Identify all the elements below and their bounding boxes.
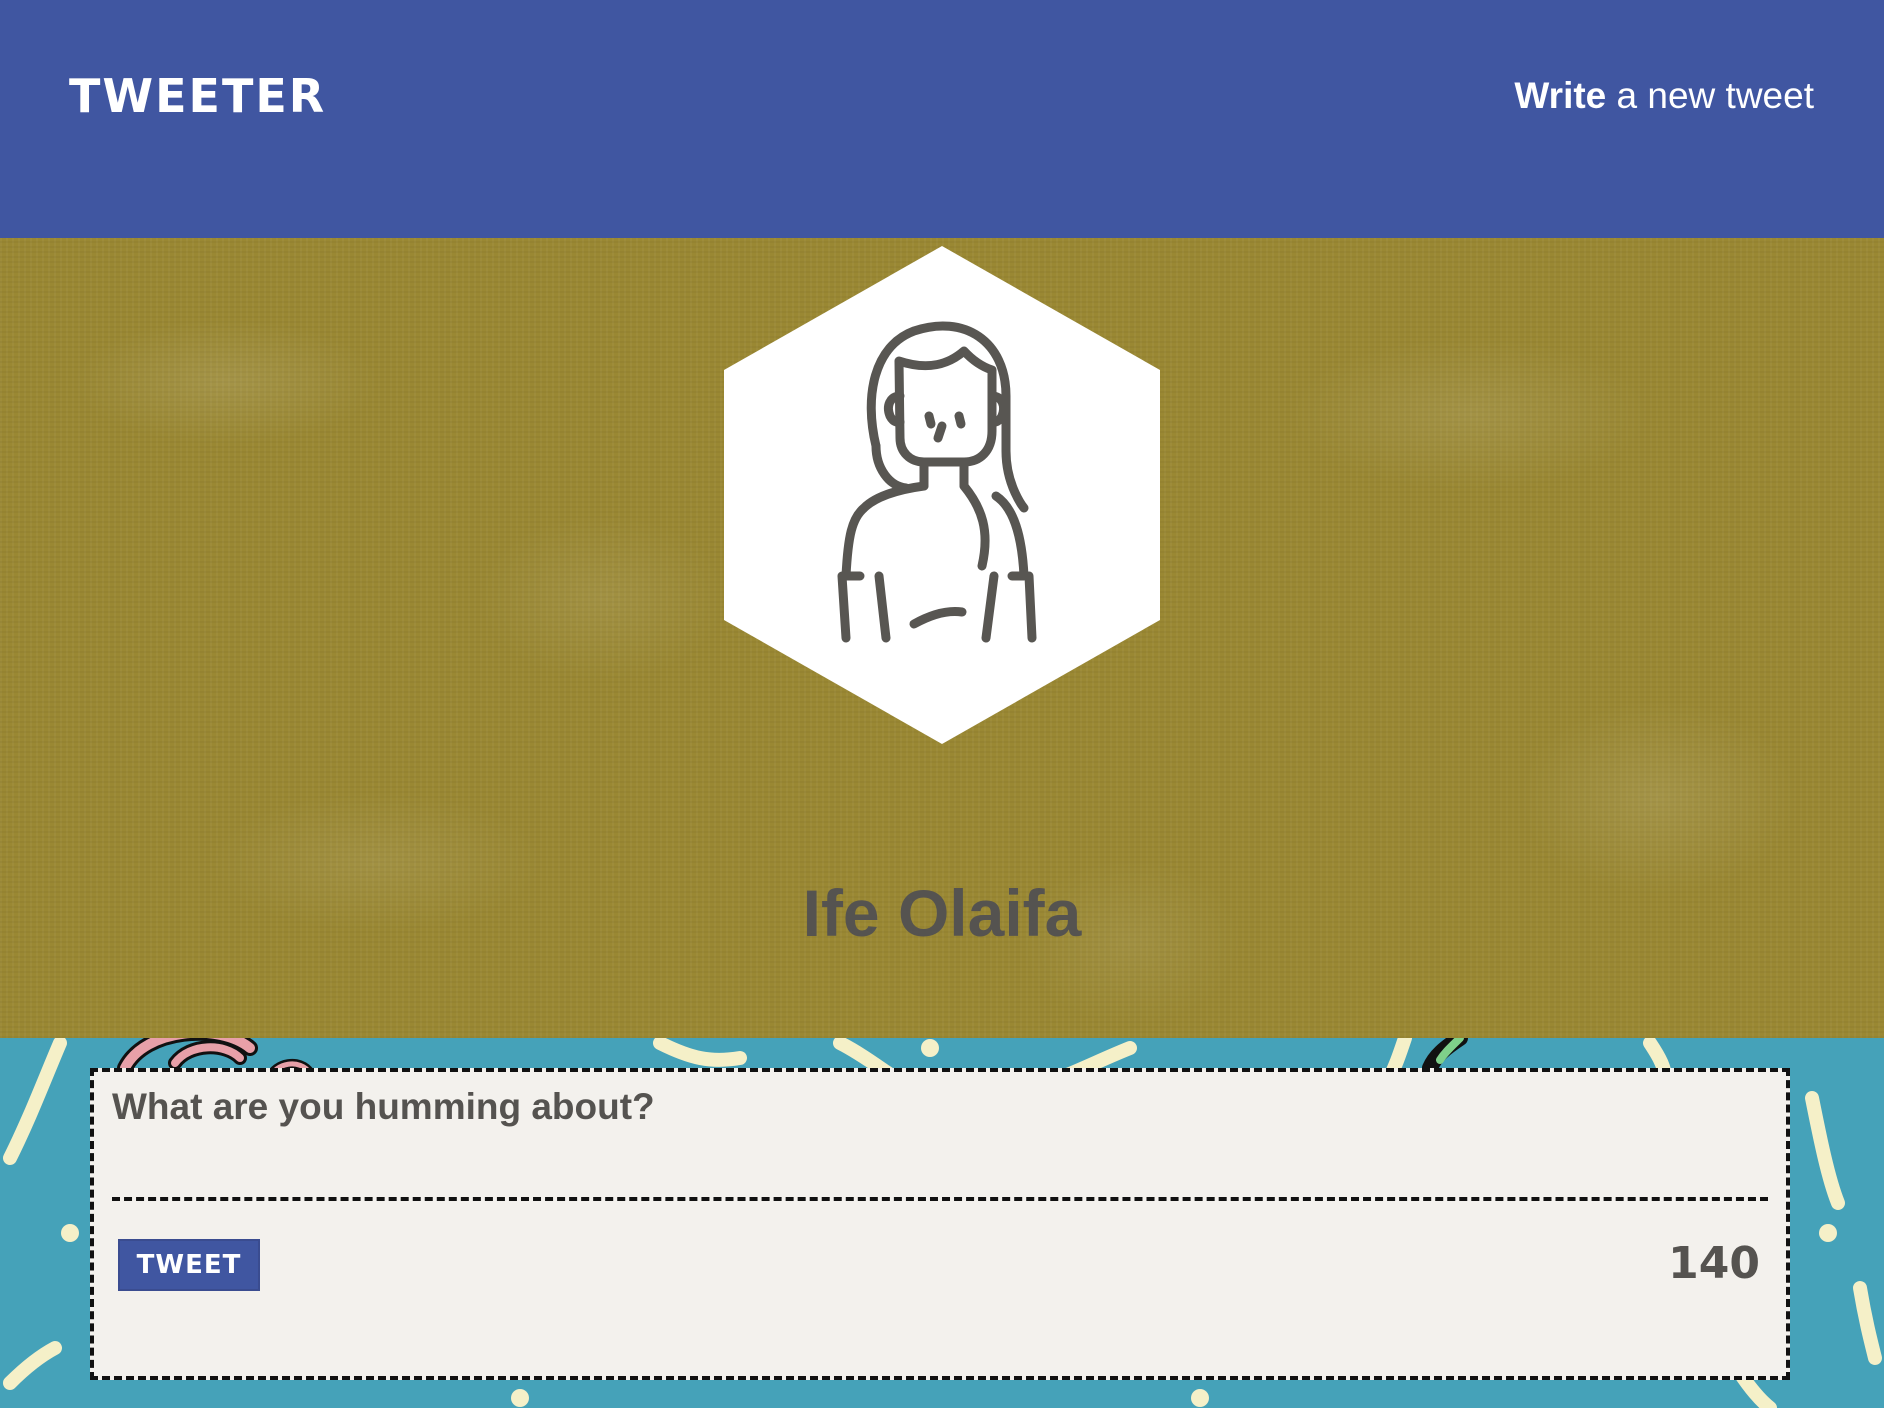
tweet-composer: TWEET 140 bbox=[90, 1068, 1790, 1380]
write-new-tweet-link[interactable]: Write a new tweet bbox=[1514, 68, 1814, 124]
page: TWEETER Write a new tweet Ife Olaifa Wha… bbox=[0, 0, 1884, 1408]
composer-divider bbox=[112, 1197, 1768, 1201]
tweet-textarea[interactable] bbox=[112, 1086, 1760, 1186]
tweet-button[interactable]: TWEET bbox=[118, 1239, 260, 1291]
compose-link-text: a new tweet bbox=[1606, 75, 1814, 116]
compose-section: TWEET 140 bbox=[0, 1038, 1884, 1408]
profile-header: Ife Olaifa bbox=[0, 238, 1884, 1038]
profile-name: Ife Olaifa bbox=[802, 876, 1082, 950]
brand-logo[interactable]: TWEETER bbox=[69, 64, 326, 128]
compose-link-strong: Write bbox=[1514, 75, 1607, 116]
top-nav: TWEETER Write a new tweet bbox=[0, 0, 1884, 238]
woman-avatar-icon bbox=[724, 246, 1160, 744]
character-counter: 140 bbox=[1668, 1238, 1760, 1289]
